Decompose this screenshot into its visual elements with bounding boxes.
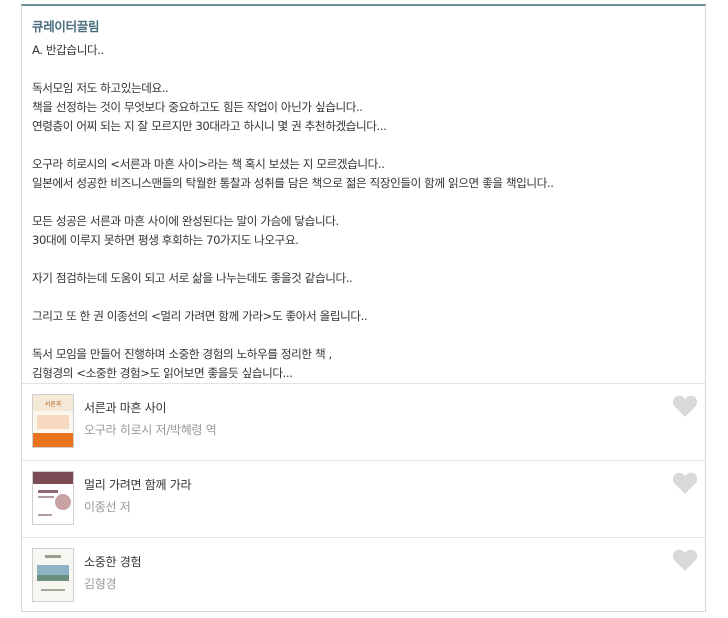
answer-line: 오구라 히로시의 <서른과 마흔 사이>라는 책 혹시 보셨는 지 모르겠습니다…: [32, 157, 385, 171]
svg-text:서른과: 서른과: [45, 400, 62, 408]
answer-line: 일본에서 성공한 비즈니스맨들의 탁월한 통찰과 성취를 담은 책으로 젊은 직…: [32, 176, 554, 190]
answer-line: 독서모임 저도 하고있는데요..: [32, 81, 169, 95]
book-item[interactable]: 소중한 경험 김형경: [22, 537, 705, 611]
answer-line: 김형경의 <소중한 경험>도 읽어보면 좋을듯 싶습니다...: [32, 366, 293, 380]
book-cover[interactable]: 서른과: [32, 394, 74, 448]
answer-line: 자기 점검하는데 도움이 되고 서로 삶을 나누는데도 좋을것 같습니다..: [32, 271, 353, 285]
answer-line: 연령층이 어찌 되는 지 잘 모르지만 30대라고 하시니 몇 권 추천하겠습니…: [32, 119, 387, 133]
book-author: 이종선 저: [84, 500, 131, 514]
book-author: 김형경: [84, 577, 117, 591]
book-title[interactable]: 소중한 경험: [84, 553, 142, 570]
heart-icon[interactable]: [672, 548, 698, 572]
answer-line: 그리고 또 한 권 이종선의 <멀리 가려면 함께 가라>도 좋아서 올립니다.…: [32, 309, 368, 323]
heart-icon[interactable]: [672, 394, 698, 418]
answer-line: 책을 선정하는 것이 무엇보다 중요하고도 힘든 작업이 아닌가 싶습니다..: [32, 100, 363, 114]
book-item[interactable]: 멀리 가려면 함께 가라 이종선 저: [22, 460, 705, 537]
answer-line: 30대에 이루지 못하면 평생 후회하는 70가지도 나오구요.: [32, 233, 299, 247]
answer-line: 모든 성공은 서른과 마흔 사이에 완성된다는 말이 가슴에 닿습니다.: [32, 214, 339, 228]
recommended-books-list: 서른과 서른과 마흔 사이 오구라 히로시 저/박혜령 역 멀리 가려면 함께 …: [22, 383, 705, 611]
book-title[interactable]: 멀리 가려면 함께 가라: [84, 476, 192, 493]
book-cover[interactable]: [32, 548, 74, 602]
curator-name: 큐레이터끌림: [32, 19, 100, 34]
book-cover[interactable]: [32, 471, 74, 525]
answer-text: A. 반갑습니다.. 독서모임 저도 하고있는데요.. 책을 선정하는 것이 무…: [32, 41, 697, 383]
book-item[interactable]: 서른과 서른과 마흔 사이 오구라 히로시 저/박혜령 역: [22, 383, 705, 460]
heart-icon[interactable]: [672, 471, 698, 495]
answer-line: 독서 모임을 만들어 진행하며 소중한 경험의 노하우를 정리한 책 ,: [32, 347, 332, 361]
answer-line: A. 반갑습니다..: [32, 43, 104, 57]
curator-answer-card: 큐레이터끌림 A. 반갑습니다.. 독서모임 저도 하고있는데요.. 책을 선정…: [21, 4, 706, 612]
book-title[interactable]: 서른과 마흔 사이: [84, 399, 167, 416]
book-author: 오구라 히로시 저/박혜령 역: [84, 423, 217, 437]
